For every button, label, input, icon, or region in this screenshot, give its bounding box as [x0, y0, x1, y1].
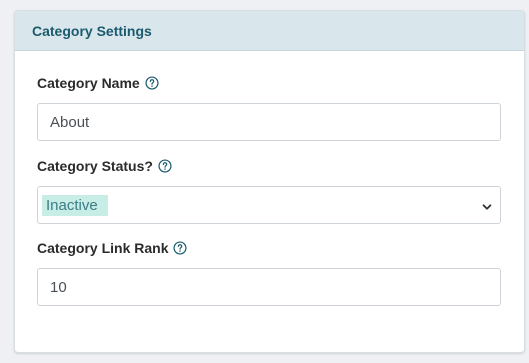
- help-icon[interactable]: [173, 241, 188, 255]
- category-link-rank-label: Category Link Rank: [37, 240, 169, 256]
- category-name-label: Category Name: [37, 75, 140, 91]
- category-link-rank-field: Category Link Rank 10: [37, 239, 501, 306]
- panel-header: Category Settings: [15, 11, 524, 51]
- chevron-down-icon: [481, 200, 493, 212]
- help-icon[interactable]: [158, 159, 172, 173]
- category-name-field: Category Name About: [37, 74, 501, 141]
- category-status-label-row: Category Status?: [37, 157, 501, 175]
- category-name-input[interactable]: About: [37, 103, 501, 141]
- category-status-select[interactable]: Inactive: [37, 186, 501, 224]
- category-status-selected-value: Inactive: [42, 194, 108, 216]
- panel-title: Category Settings: [32, 22, 152, 39]
- category-name-label-row: Category Name: [37, 74, 501, 92]
- category-status-label: Category Status?: [37, 158, 153, 174]
- category-status-field: Category Status? Inactive: [37, 157, 501, 224]
- help-icon[interactable]: [145, 76, 159, 90]
- category-settings-panel: Category Settings Category Name About Ca…: [14, 10, 525, 353]
- category-link-rank-label-row: Category Link Rank: [37, 239, 501, 257]
- category-link-rank-input[interactable]: 10: [37, 268, 501, 306]
